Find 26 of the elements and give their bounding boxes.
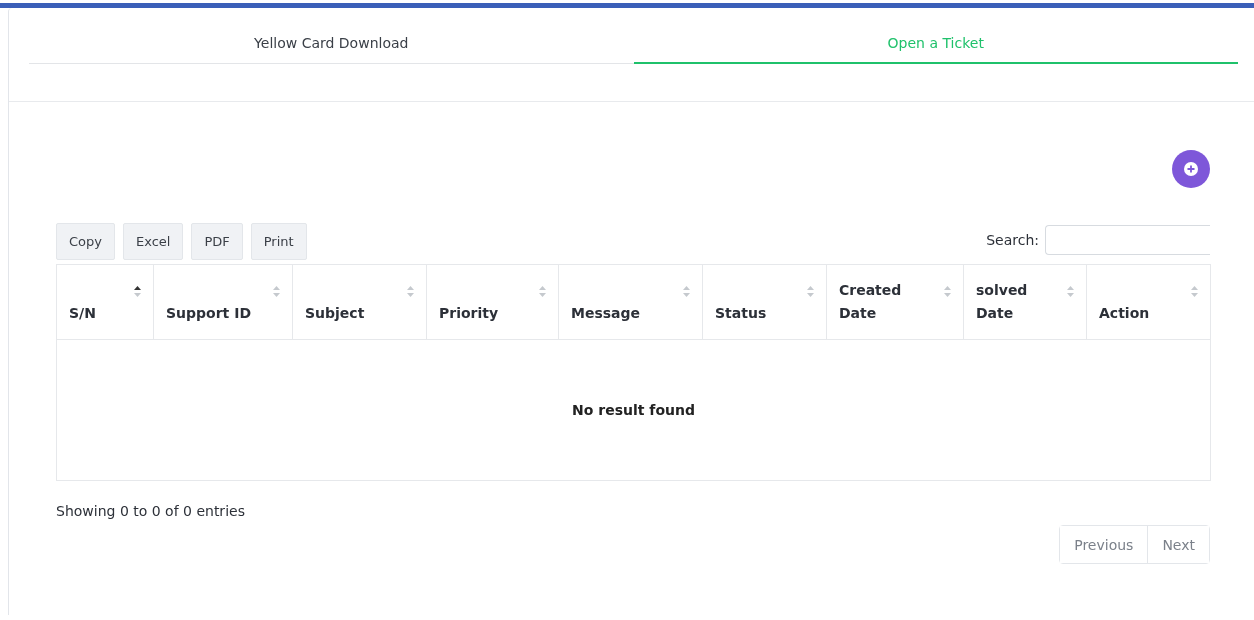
- tab[interactable]: Yellow Card Download: [29, 25, 634, 64]
- export-button[interactable]: Print: [250, 223, 307, 260]
- column-header[interactable]: Status: [702, 264, 827, 340]
- column-label: Created Date: [839, 282, 902, 321]
- column-label: Message: [571, 305, 641, 321]
- column-label: Subject: [305, 305, 365, 321]
- column-header[interactable]: Created Date: [826, 264, 964, 340]
- export-button[interactable]: Copy: [56, 223, 115, 260]
- column-header[interactable]: Action: [1086, 264, 1211, 340]
- export-button[interactable]: Excel: [123, 223, 184, 260]
- column-label: Action: [1099, 305, 1150, 321]
- column-label: S/N: [69, 305, 96, 321]
- entries-info: Showing 0 to 0 of 0 entries: [56, 503, 246, 519]
- column-header[interactable]: Priority: [426, 264, 559, 340]
- column-header[interactable]: solved Date: [963, 264, 1087, 340]
- column-label: solved Date: [976, 282, 1028, 321]
- column-header[interactable]: Support ID: [153, 264, 293, 340]
- column-header[interactable]: Message: [558, 264, 703, 340]
- column-label: Support ID: [166, 305, 251, 321]
- export-button[interactable]: PDF: [191, 223, 243, 260]
- search-label: Search:: [986, 232, 1039, 248]
- column-label: Priority: [439, 305, 499, 321]
- column-label: Status: [715, 305, 767, 321]
- empty-message: No result found: [56, 339, 1211, 481]
- column-header[interactable]: Subject: [292, 264, 427, 340]
- column-header[interactable]: S/N: [56, 264, 154, 340]
